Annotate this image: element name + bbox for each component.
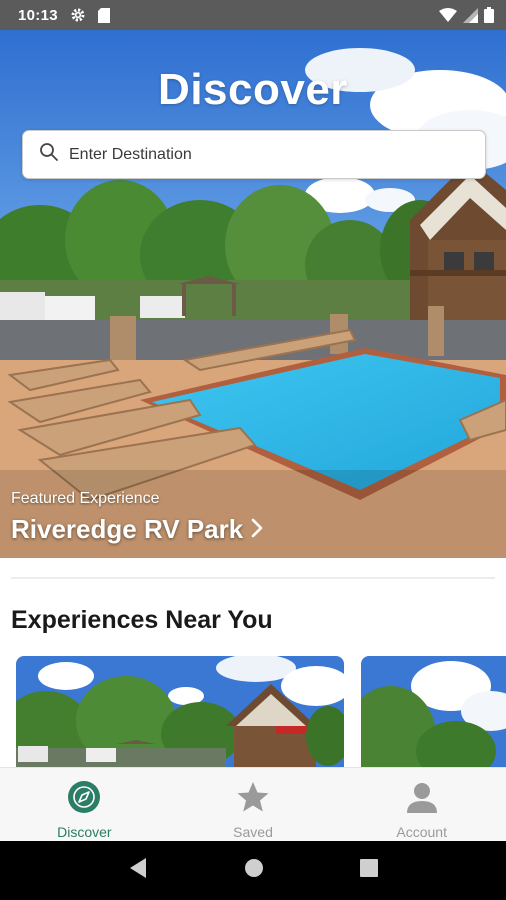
experience-card[interactable] xyxy=(16,656,344,768)
recents-icon[interactable] xyxy=(360,859,378,882)
star-icon xyxy=(236,780,270,819)
experience-image xyxy=(16,656,344,768)
signal-icon xyxy=(463,7,478,23)
battery-icon xyxy=(484,7,494,23)
compass-icon xyxy=(67,780,101,819)
search-box[interactable] xyxy=(22,130,486,179)
experience-card[interactable] xyxy=(361,656,506,768)
section-title: Experiences Near You xyxy=(11,606,273,634)
back-icon[interactable] xyxy=(128,857,148,884)
experience-image xyxy=(361,656,506,768)
sd-card-icon xyxy=(97,7,110,23)
featured-hero[interactable]: Discover Featured Experience Riveredge R… xyxy=(0,30,506,558)
status-time: 10:13 xyxy=(18,6,58,24)
nav-item-saved[interactable]: Saved xyxy=(169,768,338,841)
divider xyxy=(11,577,495,579)
nav-label: Account xyxy=(396,824,447,840)
search-input[interactable] xyxy=(69,145,449,164)
status-bar: 10:13 xyxy=(0,0,506,30)
home-icon[interactable] xyxy=(244,858,264,883)
gear-icon xyxy=(70,7,86,23)
nav-item-account[interactable]: Account xyxy=(337,768,506,841)
search-icon xyxy=(39,142,59,167)
page-title: Discover xyxy=(158,65,348,114)
featured-caption: Featured Experience xyxy=(11,490,160,507)
nav-label: Discover xyxy=(57,824,112,840)
nav-label: Saved xyxy=(233,824,273,840)
featured-name: Riveredge RV Park xyxy=(11,514,244,544)
wifi-icon xyxy=(439,8,457,22)
person-icon xyxy=(405,780,439,819)
nav-item-discover[interactable]: Discover xyxy=(0,768,169,841)
system-nav-bar xyxy=(0,841,506,900)
bottom-nav: Discover Saved Account xyxy=(0,767,506,841)
chevron-right-icon xyxy=(251,514,263,545)
featured-link[interactable]: Riveredge RV Park xyxy=(11,514,263,545)
